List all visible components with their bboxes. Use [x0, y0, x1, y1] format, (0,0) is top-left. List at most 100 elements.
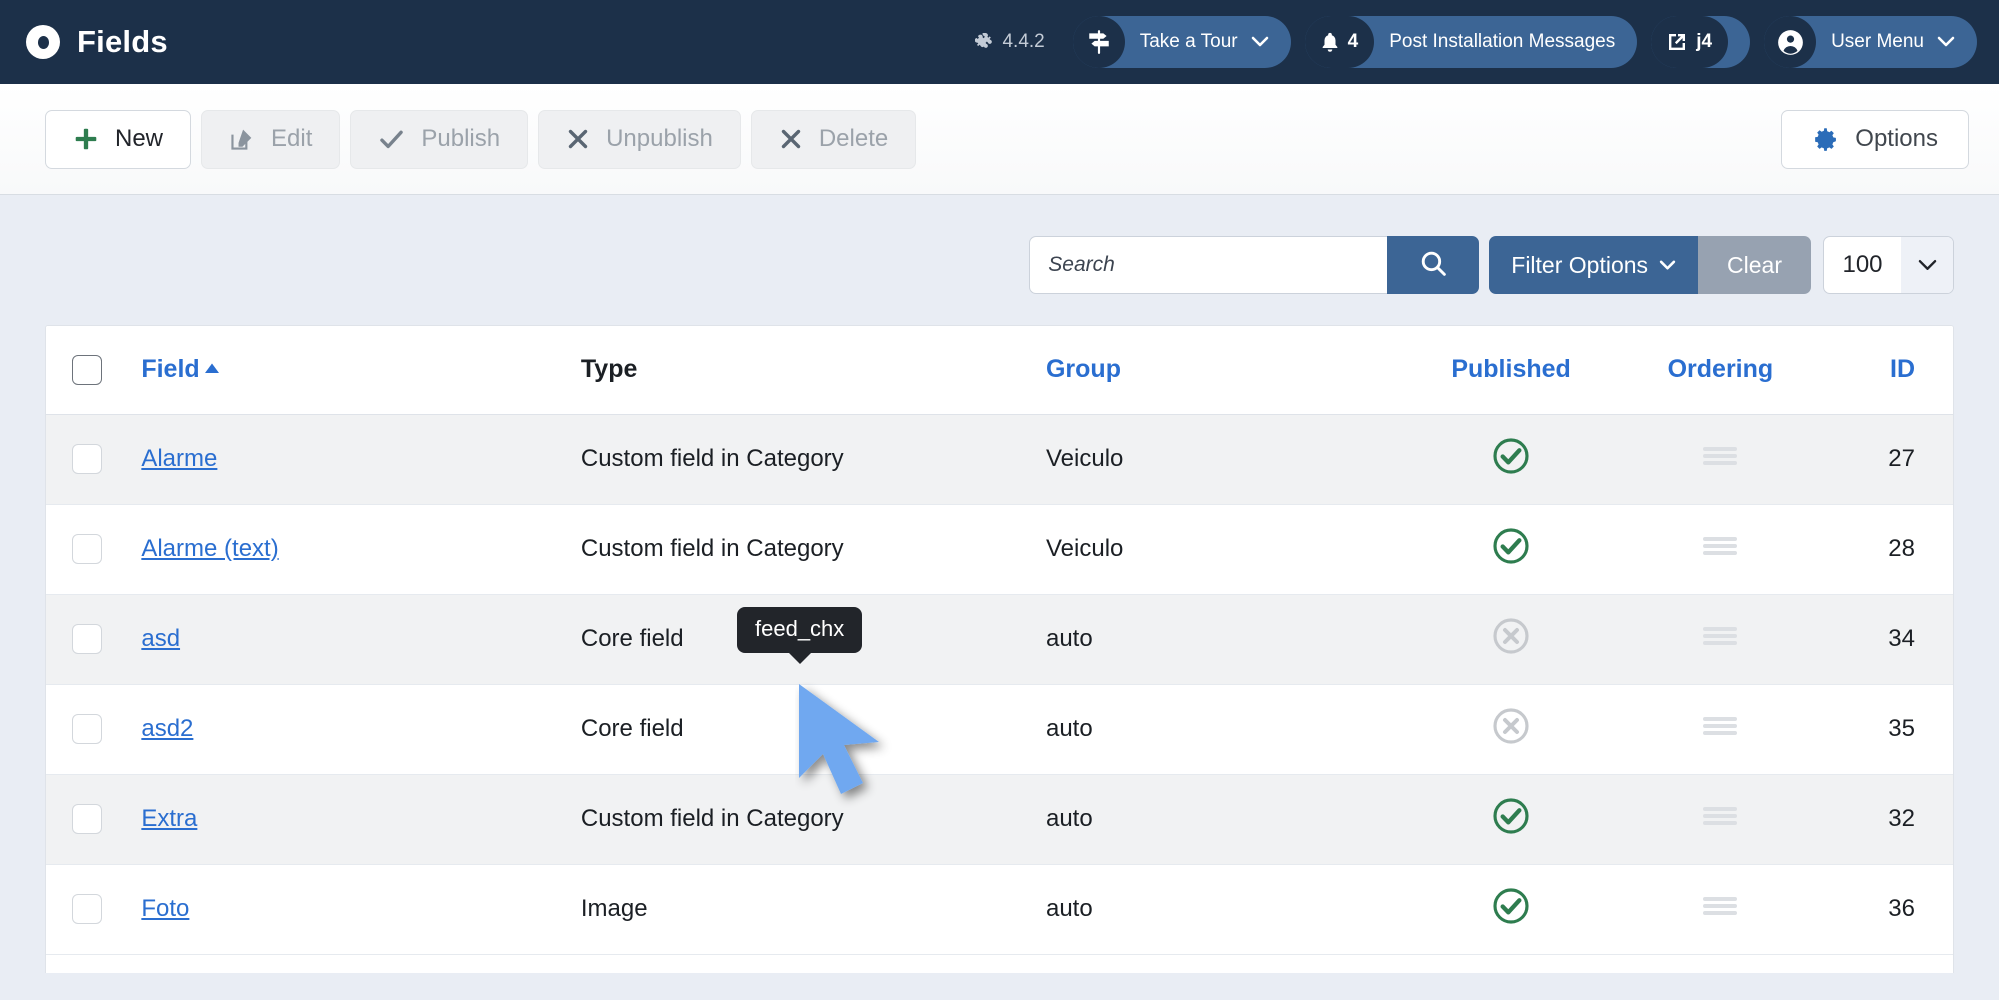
check-icon [378, 126, 405, 153]
action-toolbar: New Edit Publish Unpublish Delete Option… [0, 84, 1999, 195]
field-link[interactable]: asd2 [141, 715, 193, 742]
row-select-checkbox[interactable] [72, 804, 102, 834]
column-header-ordering[interactable]: Ordering [1627, 326, 1814, 415]
row-published-cell[interactable] [1394, 864, 1628, 955]
drag-handle-icon[interactable] [1703, 625, 1738, 654]
column-header-field[interactable]: Field [141, 326, 581, 415]
row-select-checkbox[interactable] [72, 444, 102, 474]
row-published-cell[interactable] [1394, 774, 1628, 865]
post-installation-messages-button[interactable]: 4 Post Installation Messages [1304, 16, 1638, 68]
row-ordering-cell[interactable] [1627, 684, 1814, 775]
row-ordering-cell[interactable] [1627, 414, 1814, 505]
field-link[interactable]: Alarme [141, 445, 217, 472]
publish-button-label: Publish [421, 125, 501, 152]
row-select-cell [46, 864, 142, 955]
drag-handle-icon [1703, 536, 1738, 555]
published-check-icon[interactable] [1491, 526, 1531, 573]
row-field-cell: asd [141, 594, 581, 685]
row-select-cell [46, 774, 142, 865]
column-header-published[interactable]: Published [1394, 326, 1628, 415]
chevron-down-icon [1937, 36, 1955, 47]
row-published-cell[interactable] [1394, 684, 1628, 775]
row-published-cell[interactable] [1394, 414, 1628, 505]
plus-icon [73, 126, 99, 152]
published-check-icon[interactable] [1491, 436, 1531, 483]
drag-handle-icon [1703, 626, 1738, 645]
drag-handle-icon[interactable] [1703, 805, 1738, 834]
new-button[interactable]: New [45, 109, 192, 169]
row-id-cell: 27 [1813, 414, 1953, 505]
user-circle-icon [1764, 16, 1817, 68]
row-group-cell: Veiculo [1045, 414, 1395, 505]
table-body: Alarme Custom field in Category Veiculo … [46, 414, 1953, 955]
drag-handle-icon[interactable] [1703, 535, 1738, 564]
published-check-icon[interactable] [1491, 886, 1531, 933]
row-published-cell[interactable] [1394, 594, 1628, 685]
delete-button-label: Delete [818, 125, 889, 152]
table-row: asd Core field auto 34 [46, 594, 1953, 685]
field-name-tooltip: feed_chx [737, 607, 863, 664]
field-link[interactable]: Foto [141, 895, 189, 922]
new-button-label: New [115, 125, 164, 152]
row-select-checkbox[interactable] [72, 714, 102, 744]
search-icon [1419, 249, 1448, 281]
row-select-checkbox[interactable] [72, 624, 102, 654]
table-row: Foto Image auto 36 [46, 864, 1953, 955]
delete-button[interactable]: Delete [750, 109, 917, 169]
unpublished-times-icon[interactable] [1491, 706, 1531, 753]
row-id-cell: 35 [1813, 684, 1953, 775]
row-group-cell: auto [1045, 594, 1395, 685]
row-type-cell: Custom field in Category [580, 774, 1046, 865]
page-title: Fields [77, 24, 168, 59]
column-header-group[interactable]: Group [1045, 326, 1395, 415]
row-field-cell: Alarme [141, 414, 581, 505]
site-link-label: j4 [1696, 31, 1713, 52]
field-link[interactable]: Extra [141, 805, 197, 832]
filter-options-button[interactable]: Filter Options [1489, 236, 1699, 294]
edit-button[interactable]: Edit [201, 109, 341, 169]
search-input[interactable] [1029, 236, 1388, 294]
unpublished-times-icon[interactable] [1491, 616, 1531, 663]
row-published-cell[interactable] [1394, 504, 1628, 595]
take-a-tour-button[interactable]: Take a Tour [1072, 16, 1291, 68]
row-select-checkbox[interactable] [72, 534, 102, 564]
drag-handle-icon[interactable] [1703, 445, 1738, 474]
options-button[interactable]: Options [1781, 109, 1969, 169]
post-installation-messages-label: Post Installation Messages [1389, 31, 1616, 52]
row-group-cell: auto [1045, 864, 1395, 955]
unpublish-button[interactable]: Unpublish [538, 109, 741, 169]
row-ordering-cell[interactable] [1627, 774, 1814, 865]
field-link[interactable]: Alarme (text) [141, 535, 278, 562]
bell-icon-group: 4 [1304, 16, 1375, 68]
drag-handle-icon[interactable] [1703, 715, 1738, 744]
search-button[interactable] [1387, 236, 1480, 294]
publish-button[interactable]: Publish [350, 109, 529, 169]
external-link-icon [1669, 34, 1686, 50]
table-row: Alarme (text) Custom field in Category V… [46, 504, 1953, 595]
row-id-cell: 36 [1813, 864, 1953, 955]
published-check-icon[interactable] [1491, 796, 1531, 843]
chevron-down-icon [1901, 237, 1953, 293]
select-all-checkbox[interactable] [72, 354, 102, 385]
pencil-square-icon [229, 126, 255, 152]
row-select-checkbox[interactable] [72, 894, 102, 924]
drag-handle-icon[interactable] [1703, 895, 1738, 924]
row-ordering-cell[interactable] [1627, 594, 1814, 685]
brand: Fields [26, 24, 168, 60]
row-ordering-cell[interactable] [1627, 504, 1814, 595]
visit-site-button[interactable]: j4 [1651, 16, 1751, 68]
column-header-type: Type [580, 326, 1046, 415]
options-button-label: Options [1855, 125, 1938, 152]
column-header-id[interactable]: ID [1813, 326, 1953, 415]
row-group-cell: auto [1045, 684, 1395, 775]
list-limit-select[interactable]: 100 [1823, 236, 1954, 294]
row-field-cell: Foto [141, 864, 581, 955]
user-menu-button[interactable]: User Menu [1764, 16, 1977, 68]
field-link[interactable]: asd [141, 625, 180, 652]
row-ordering-cell[interactable] [1627, 864, 1814, 955]
table-row: Alarme Custom field in Category Veiculo … [46, 414, 1953, 505]
chevron-down-icon [1251, 36, 1268, 47]
bell-icon [1322, 32, 1337, 52]
row-field-cell: Alarme (text) [141, 504, 581, 595]
clear-filters-button[interactable]: Clear [1698, 236, 1811, 294]
